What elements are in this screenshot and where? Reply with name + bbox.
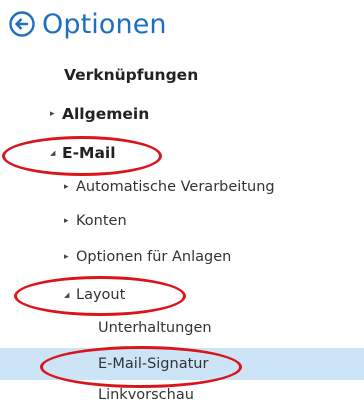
- page-header: Optionen: [8, 2, 167, 46]
- nav-item-label: Layout: [76, 287, 126, 303]
- nav-item-auto-processing[interactable]: ▸ Automatische Verarbeitung: [64, 174, 275, 200]
- nav-item-general[interactable]: ▸ Allgemein: [50, 101, 149, 127]
- nav-item-label: Linkvorschau: [98, 387, 194, 403]
- nav-item-conversations[interactable]: Unterhaltungen: [98, 315, 212, 341]
- page-title: Optionen: [42, 8, 167, 40]
- nav-item-label: Automatische Verarbeitung: [76, 179, 275, 195]
- expanded-arrow-icon[interactable]: ◢: [64, 291, 76, 299]
- nav-item-link-preview[interactable]: Linkvorschau: [98, 382, 194, 408]
- collapsed-arrow-icon[interactable]: ▸: [64, 182, 76, 192]
- nav-item-label: E-Mail-Signatur: [98, 356, 209, 372]
- nav-item-shortcuts[interactable]: Verknüpfungen: [64, 62, 198, 88]
- nav-item-attachments[interactable]: ▸ Optionen für Anlagen: [64, 244, 231, 270]
- expanded-arrow-icon[interactable]: ◢: [50, 149, 62, 157]
- nav-item-label: Optionen für Anlagen: [76, 249, 232, 265]
- nav-item-accounts[interactable]: ▸ Konten: [64, 208, 127, 234]
- nav-item-email-signature[interactable]: E-Mail-Signatur: [98, 351, 208, 377]
- nav-item-layout[interactable]: ◢ Layout: [64, 282, 125, 308]
- nav-item-label: Verknüpfungen: [64, 66, 199, 84]
- nav-item-email[interactable]: ◢ E-Mail: [50, 140, 116, 166]
- back-arrow-circle-icon[interactable]: [8, 10, 36, 38]
- nav-item-label: Allgemein: [62, 105, 150, 123]
- nav-item-label: E-Mail: [62, 144, 116, 162]
- nav-item-label: Konten: [76, 213, 127, 229]
- nav-item-label: Unterhaltungen: [98, 320, 212, 336]
- collapsed-arrow-icon[interactable]: ▸: [50, 109, 62, 119]
- collapsed-arrow-icon[interactable]: ▸: [64, 252, 76, 262]
- collapsed-arrow-icon[interactable]: ▸: [64, 216, 76, 226]
